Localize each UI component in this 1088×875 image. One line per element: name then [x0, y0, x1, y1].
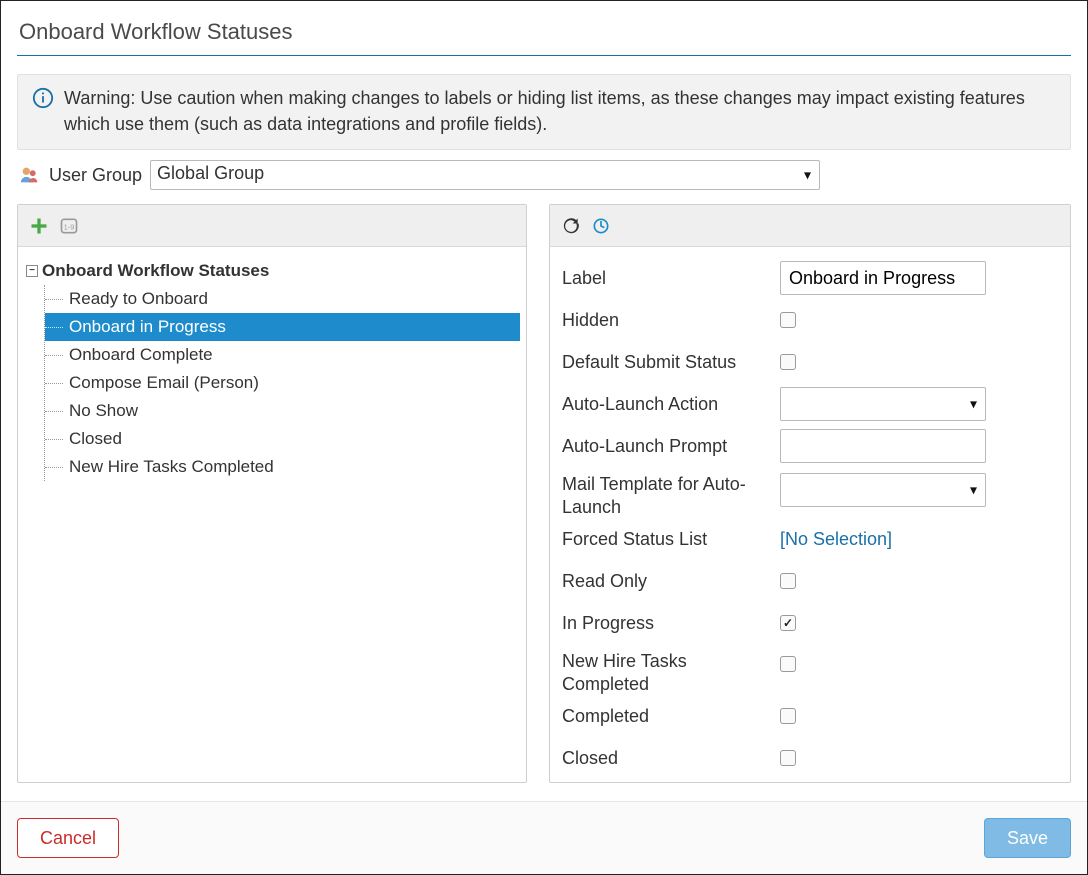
chevron-down-icon: ▾	[970, 482, 977, 499]
tree-item[interactable]: New Hire Tasks Completed	[45, 453, 520, 481]
default-submit-status-label: Default Submit Status	[562, 351, 768, 374]
auto-launch-prompt-input[interactable]	[780, 429, 986, 463]
closed-checkbox[interactable]	[780, 750, 796, 766]
cancel-button[interactable]: Cancel	[17, 818, 119, 858]
hidden-checkbox[interactable]	[780, 312, 796, 328]
new-hire-tasks-completed-checkbox[interactable]	[780, 656, 796, 672]
reorder-icon[interactable]: 1-9	[58, 215, 80, 237]
mail-template-select[interactable]: ▾	[780, 473, 986, 507]
tree-root-label: Onboard Workflow Statuses	[42, 261, 269, 281]
auto-launch-action-select[interactable]: ▾	[780, 387, 986, 421]
details-toolbar	[550, 205, 1070, 247]
dialog-onboard-workflow-statuses: Onboard Workflow Statuses Warning: Use c…	[0, 0, 1088, 875]
auto-launch-action-label: Auto-Launch Action	[562, 393, 768, 416]
tree-item[interactable]: Ready to Onboard	[45, 285, 520, 313]
new-hire-tasks-completed-label: New Hire Tasks Completed	[562, 650, 768, 695]
tree-children: Ready to Onboard Onboard in Progress Onb…	[44, 285, 520, 481]
completed-checkbox[interactable]	[780, 708, 796, 724]
status-tree: − Onboard Workflow Statuses Ready to Onb…	[18, 247, 526, 782]
collapse-icon[interactable]: −	[26, 265, 38, 277]
read-only-checkbox[interactable]	[780, 573, 796, 589]
user-group-row: User Group Global Group ▾	[17, 160, 1071, 190]
info-icon	[32, 87, 54, 109]
read-only-label: Read Only	[562, 570, 768, 593]
tree-item[interactable]: Onboard Complete	[45, 341, 520, 369]
user-group-select[interactable]: Global Group ▾	[150, 160, 820, 190]
people-icon	[19, 164, 41, 186]
tree-toolbar: 1-9	[18, 205, 526, 247]
label-label: Label	[562, 267, 768, 290]
add-icon[interactable]	[28, 215, 50, 237]
in-progress-label: In Progress	[562, 612, 768, 635]
default-submit-status-checkbox[interactable]	[780, 354, 796, 370]
tree-item[interactable]: Closed	[45, 425, 520, 453]
details-panel: Label Hidden Default Submit Status Auto-…	[549, 204, 1071, 783]
tree-root[interactable]: − Onboard Workflow Statuses	[24, 257, 520, 285]
svg-text:1-9: 1-9	[64, 222, 75, 231]
warning-banner: Warning: Use caution when making changes…	[17, 74, 1071, 150]
label-input[interactable]	[780, 261, 986, 295]
refresh-icon[interactable]	[590, 215, 612, 237]
chevron-down-icon: ▾	[804, 167, 811, 184]
chevron-down-icon: ▾	[970, 396, 977, 413]
hidden-label: Hidden	[562, 309, 768, 332]
user-group-value: Global Group	[157, 163, 264, 183]
tree-panel: 1-9 − Onboard Workflow Statuses Ready to…	[17, 204, 527, 783]
in-progress-checkbox[interactable]	[780, 615, 796, 631]
forced-status-list-link[interactable]: [No Selection]	[780, 529, 892, 550]
auto-launch-prompt-label: Auto-Launch Prompt	[562, 435, 768, 458]
tree-item[interactable]: No Show	[45, 397, 520, 425]
closed-label: Closed	[562, 747, 768, 770]
forced-status-list-label: Forced Status List	[562, 528, 768, 551]
tree-item[interactable]: Onboard in Progress	[45, 313, 520, 341]
dialog-footer: Cancel Save	[1, 801, 1087, 874]
mail-template-label: Mail Template for Auto-Launch	[562, 473, 768, 518]
details-form[interactable]: Label Hidden Default Submit Status Auto-…	[550, 247, 1070, 782]
tree-item[interactable]: Compose Email (Person)	[45, 369, 520, 397]
save-button[interactable]: Save	[984, 818, 1071, 858]
completed-label: Completed	[562, 705, 768, 728]
user-group-label: User Group	[49, 165, 142, 186]
warning-text: Warning: Use caution when making changes…	[64, 85, 1056, 137]
page-title: Onboard Workflow Statuses	[17, 13, 1071, 56]
revert-icon[interactable]	[560, 215, 582, 237]
